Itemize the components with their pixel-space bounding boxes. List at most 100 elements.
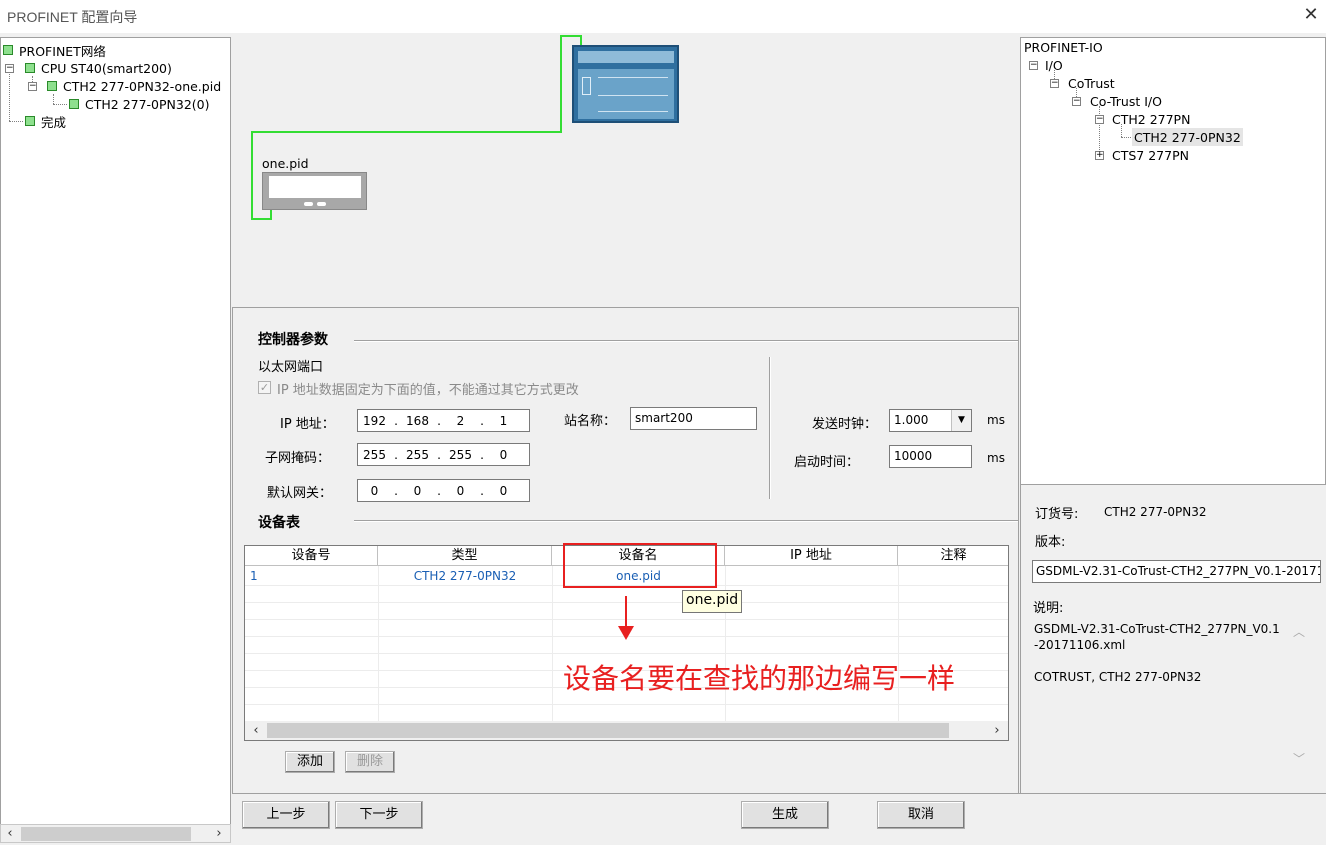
next-button[interactable]: 下一步: [335, 801, 423, 829]
order-number-label: 订货号:: [1035, 507, 1079, 522]
tree-item-module[interactable]: CTH2 277-0PN32(0): [69, 95, 210, 113]
scroll-thumb[interactable]: [267, 723, 949, 738]
description-line: GSDML-V2.31-CoTrust-CTH2_277PN_V0.1: [1034, 622, 1280, 636]
column-header-number[interactable]: 设备号: [245, 546, 378, 566]
column-header-note[interactable]: 注释: [898, 546, 1008, 566]
annotation-text: 设备名要在查找的那边编写一样: [563, 662, 956, 695]
tree-item-cth2-277-0pn32[interactable]: CTH2 277-0PN32: [1132, 128, 1243, 146]
description-label: 说明:: [1033, 601, 1064, 616]
scroll-right-icon[interactable]: ›: [988, 721, 1006, 740]
tree-item-cpu[interactable]: CPU ST40(smart200): [25, 59, 172, 77]
fixed-ip-checkbox[interactable]: ✓: [258, 381, 271, 394]
tree-item-cts7-277pn[interactable]: CTS7 277PN: [1112, 146, 1189, 164]
scroll-left-icon[interactable]: ‹: [247, 721, 265, 740]
network-wire: [251, 218, 272, 220]
gateway-field[interactable]: 0.0.0.0: [357, 479, 530, 502]
description-scrollbar[interactable]: ︿ ﹀: [1289, 615, 1309, 775]
tree-item-label: CTH2 277-0PN32-one.pid: [63, 78, 222, 94]
tree-item-cth2-277pn[interactable]: CTH2 277PN: [1112, 110, 1190, 128]
close-icon[interactable]: ✕: [1300, 4, 1322, 26]
io-device-icon[interactable]: [262, 172, 367, 210]
tree-item-label: 完成: [41, 114, 67, 130]
collapse-icon[interactable]: −: [1029, 61, 1038, 70]
collapse-icon[interactable]: −: [5, 64, 14, 73]
startup-time-unit: ms: [987, 451, 1005, 465]
collapse-icon[interactable]: −: [28, 82, 37, 91]
subnet-label: 子网掩码：: [265, 451, 331, 466]
collapse-icon[interactable]: −: [1095, 115, 1104, 124]
scroll-thumb[interactable]: [21, 827, 191, 841]
previous-button[interactable]: 上一步: [242, 801, 330, 829]
network-wire: [251, 131, 253, 220]
node-icon: [3, 45, 13, 55]
annotation-arrow-icon: [625, 596, 627, 628]
add-device-button[interactable]: 添加: [285, 751, 335, 773]
device-label: one.pid: [262, 156, 309, 171]
network-wire: [251, 131, 562, 133]
column-header-type[interactable]: 类型: [378, 546, 552, 566]
tree-item-finish[interactable]: 完成: [25, 112, 66, 130]
divider: [232, 793, 1326, 794]
version-field[interactable]: GSDML-V2.31-CoTrust-CTH2_277PN_V0.1-2017…: [1032, 560, 1321, 583]
collapse-icon[interactable]: −: [1072, 97, 1081, 106]
table-horizontal-scrollbar[interactable]: ‹ ›: [245, 721, 1008, 740]
chevron-down-icon[interactable]: ﹀: [1289, 750, 1309, 767]
scroll-left-icon[interactable]: ‹: [1, 825, 19, 843]
tree-item-io-device[interactable]: CTH2 277-0PN32-one.pid: [47, 77, 221, 95]
delete-device-button[interactable]: 删除: [345, 751, 395, 773]
send-clock-unit: ms: [987, 413, 1005, 427]
version-label: 版本:: [1035, 535, 1066, 550]
annotation-arrowhead-icon: [618, 626, 634, 640]
cancel-button[interactable]: 取消: [877, 801, 965, 829]
cell-number: 1: [250, 569, 258, 583]
send-clock-value: 1.000: [894, 413, 929, 427]
network-tree[interactable]: PROFINET网络 − CPU ST40(smart200) − CTH2 2…: [0, 37, 231, 825]
startup-time-label: 启动时间：: [794, 455, 860, 470]
title-bar: PROFINET 配置向导 ✕: [0, 0, 1326, 33]
ip-address-field[interactable]: 192. 168. 2. 1: [357, 409, 530, 432]
send-clock-select[interactable]: 1.000 ▼: [889, 409, 972, 432]
generate-button[interactable]: 生成: [741, 801, 829, 829]
station-name-input[interactable]: smart200: [630, 407, 757, 430]
node-icon: [25, 116, 35, 126]
divider: [769, 357, 771, 499]
tree-item-profinet-io[interactable]: PROFINET-IO: [1024, 38, 1103, 56]
station-name-label: 站名称：: [564, 414, 617, 429]
ethernet-port-label: 以太网端口: [258, 360, 324, 375]
tree-item-profinet[interactable]: PROFINET网络: [3, 41, 106, 59]
device-name-tooltip: one.pid: [682, 590, 743, 613]
collapse-icon[interactable]: −: [1050, 79, 1059, 88]
tree-item-io[interactable]: I/O: [1045, 56, 1063, 74]
window-title: PROFINET 配置向导: [7, 9, 138, 25]
scroll-right-icon[interactable]: ›: [210, 825, 228, 843]
node-icon: [25, 63, 35, 73]
order-number-value: CTH2 277-0PN32: [1104, 505, 1207, 519]
divider: [354, 340, 1018, 342]
subnet-mask-field[interactable]: 255. 255. 255. 0: [357, 443, 530, 466]
network-wire: [560, 35, 562, 132]
network-wire: [560, 35, 582, 37]
device-table-title: 设备表: [258, 515, 300, 531]
chevron-up-icon[interactable]: ︿: [1289, 623, 1309, 640]
tree-item-label: CPU ST40(smart200): [41, 60, 172, 76]
left-horizontal-scrollbar[interactable]: ‹ ›: [0, 824, 231, 843]
expand-icon[interactable]: +: [1095, 151, 1104, 160]
node-icon: [69, 99, 79, 109]
plc-cpu-icon[interactable]: [572, 45, 679, 123]
chevron-down-icon[interactable]: ▼: [951, 410, 971, 431]
tree-item-label: PROFINET网络: [19, 43, 106, 59]
column-header-ip[interactable]: IP 地址: [725, 546, 898, 566]
tree-item-co-trust-io[interactable]: Co-Trust I/O: [1090, 92, 1162, 110]
tree-item-cotrust[interactable]: CoTrust: [1068, 74, 1115, 92]
module-info-panel: 订货号: CTH2 277-0PN32 版本: GSDML-V2.31-CoTr…: [1020, 485, 1326, 793]
startup-time-input[interactable]: 10000: [889, 445, 972, 468]
node-icon: [47, 81, 57, 91]
send-clock-label: 发送时钟：: [812, 417, 878, 432]
catalog-tree[interactable]: PROFINET-IO − I/O − CoTrust − Co-Trust I…: [1020, 37, 1326, 485]
tree-item-label: CTH2 277-0PN32(0): [85, 96, 210, 112]
fixed-ip-checkbox-label: IP 地址数据固定为下面的值，不能通过其它方式更改: [277, 383, 579, 398]
ip-label: IP 地址：: [280, 417, 335, 432]
annotation-highlight-box: [563, 543, 717, 588]
controller-params-title: 控制器参数: [258, 332, 328, 348]
gateway-label: 默认网关：: [267, 486, 333, 501]
